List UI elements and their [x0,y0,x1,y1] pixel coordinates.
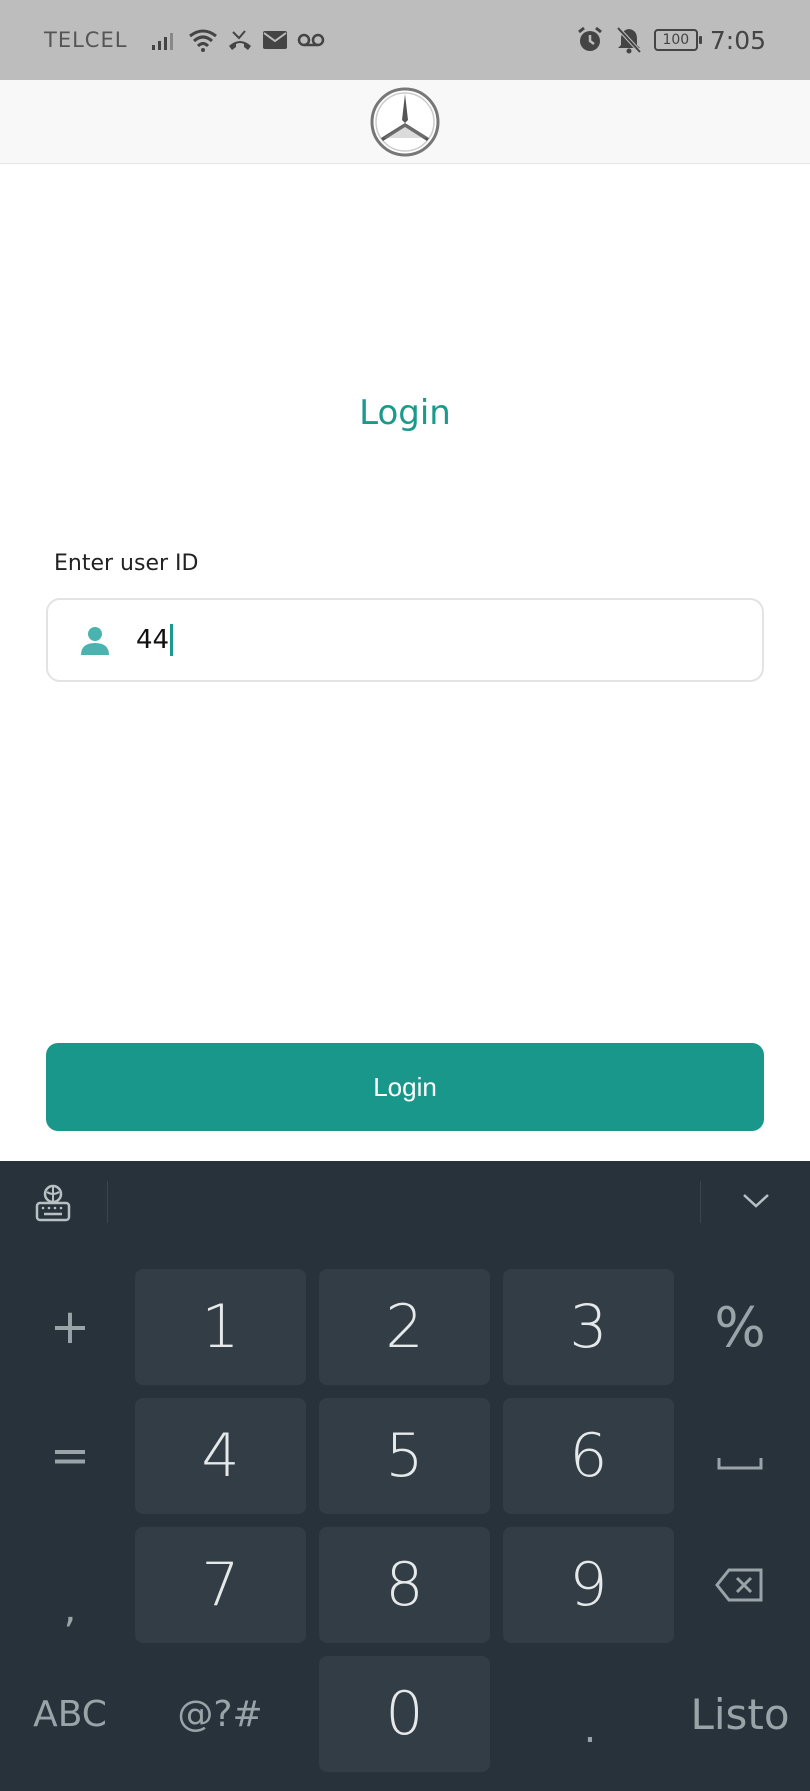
key-5[interactable]: 5 [319,1398,490,1514]
wifi-icon [189,29,218,52]
space-bar-icon [717,1458,763,1470]
user-id-value-wrap: 44 [136,624,174,656]
backspace-icon [715,1568,763,1602]
page-title: Login [359,393,451,433]
key-2[interactable]: 2 [319,1269,490,1385]
user-icon [81,627,109,655]
key-done[interactable]: Listo [680,1656,800,1772]
key-8[interactable]: 8 [319,1527,490,1643]
keyboard-toolbar [0,1161,810,1251]
app-header [0,80,810,164]
key-4[interactable]: 4 [135,1398,306,1514]
battery-level: 100 [662,32,690,48]
mail-icon [263,31,288,49]
user-id-label: Enter user ID [54,551,199,576]
user-id-value: 44 [136,625,170,655]
key-6[interactable]: 6 [503,1398,674,1514]
key-equals[interactable]: = [20,1398,120,1514]
battery-icon: 100 [653,29,702,51]
key-dot[interactable]: . [540,1671,640,1787]
key-comma[interactable]: , [20,1551,120,1667]
key-space[interactable] [690,1398,790,1514]
missed-call-icon [229,30,252,50]
signal-icon [152,33,174,50]
key-1[interactable]: 1 [135,1269,306,1385]
keyboard-language-icon[interactable] [34,1183,72,1223]
text-cursor [170,624,174,656]
toolbar-divider [700,1181,701,1223]
key-7[interactable]: 7 [135,1527,306,1643]
screen: TELCEL 100 7:05 Login Enter user ID 44 L… [0,0,810,1791]
status-bar: TELCEL 100 7:05 [0,0,810,80]
key-percent[interactable]: % [690,1269,790,1385]
key-0[interactable]: 0 [319,1656,490,1772]
key-3[interactable]: 3 [503,1269,674,1385]
key-plus[interactable]: + [20,1269,120,1385]
key-abc[interactable]: ABC [10,1656,130,1772]
alarm-icon [577,26,602,51]
key-backspace[interactable] [690,1527,790,1643]
toolbar-divider [107,1181,108,1223]
mute-icon [616,26,642,54]
numeric-keyboard: 1 2 3 4 5 6 7 8 9 0 + = , ABC @?# % . Li… [0,1161,810,1791]
hide-keyboard-chevron-down-icon[interactable] [741,1191,771,1211]
mercedes-star-logo [370,87,440,156]
clock: 7:05 [709,25,766,55]
login-button[interactable]: Login [46,1043,764,1131]
key-9[interactable]: 9 [503,1527,674,1643]
carrier-name: TELCEL [44,28,128,52]
user-id-input[interactable]: 44 [46,598,764,682]
key-symbols[interactable]: @?# [160,1656,280,1772]
voicemail-icon [298,33,325,47]
